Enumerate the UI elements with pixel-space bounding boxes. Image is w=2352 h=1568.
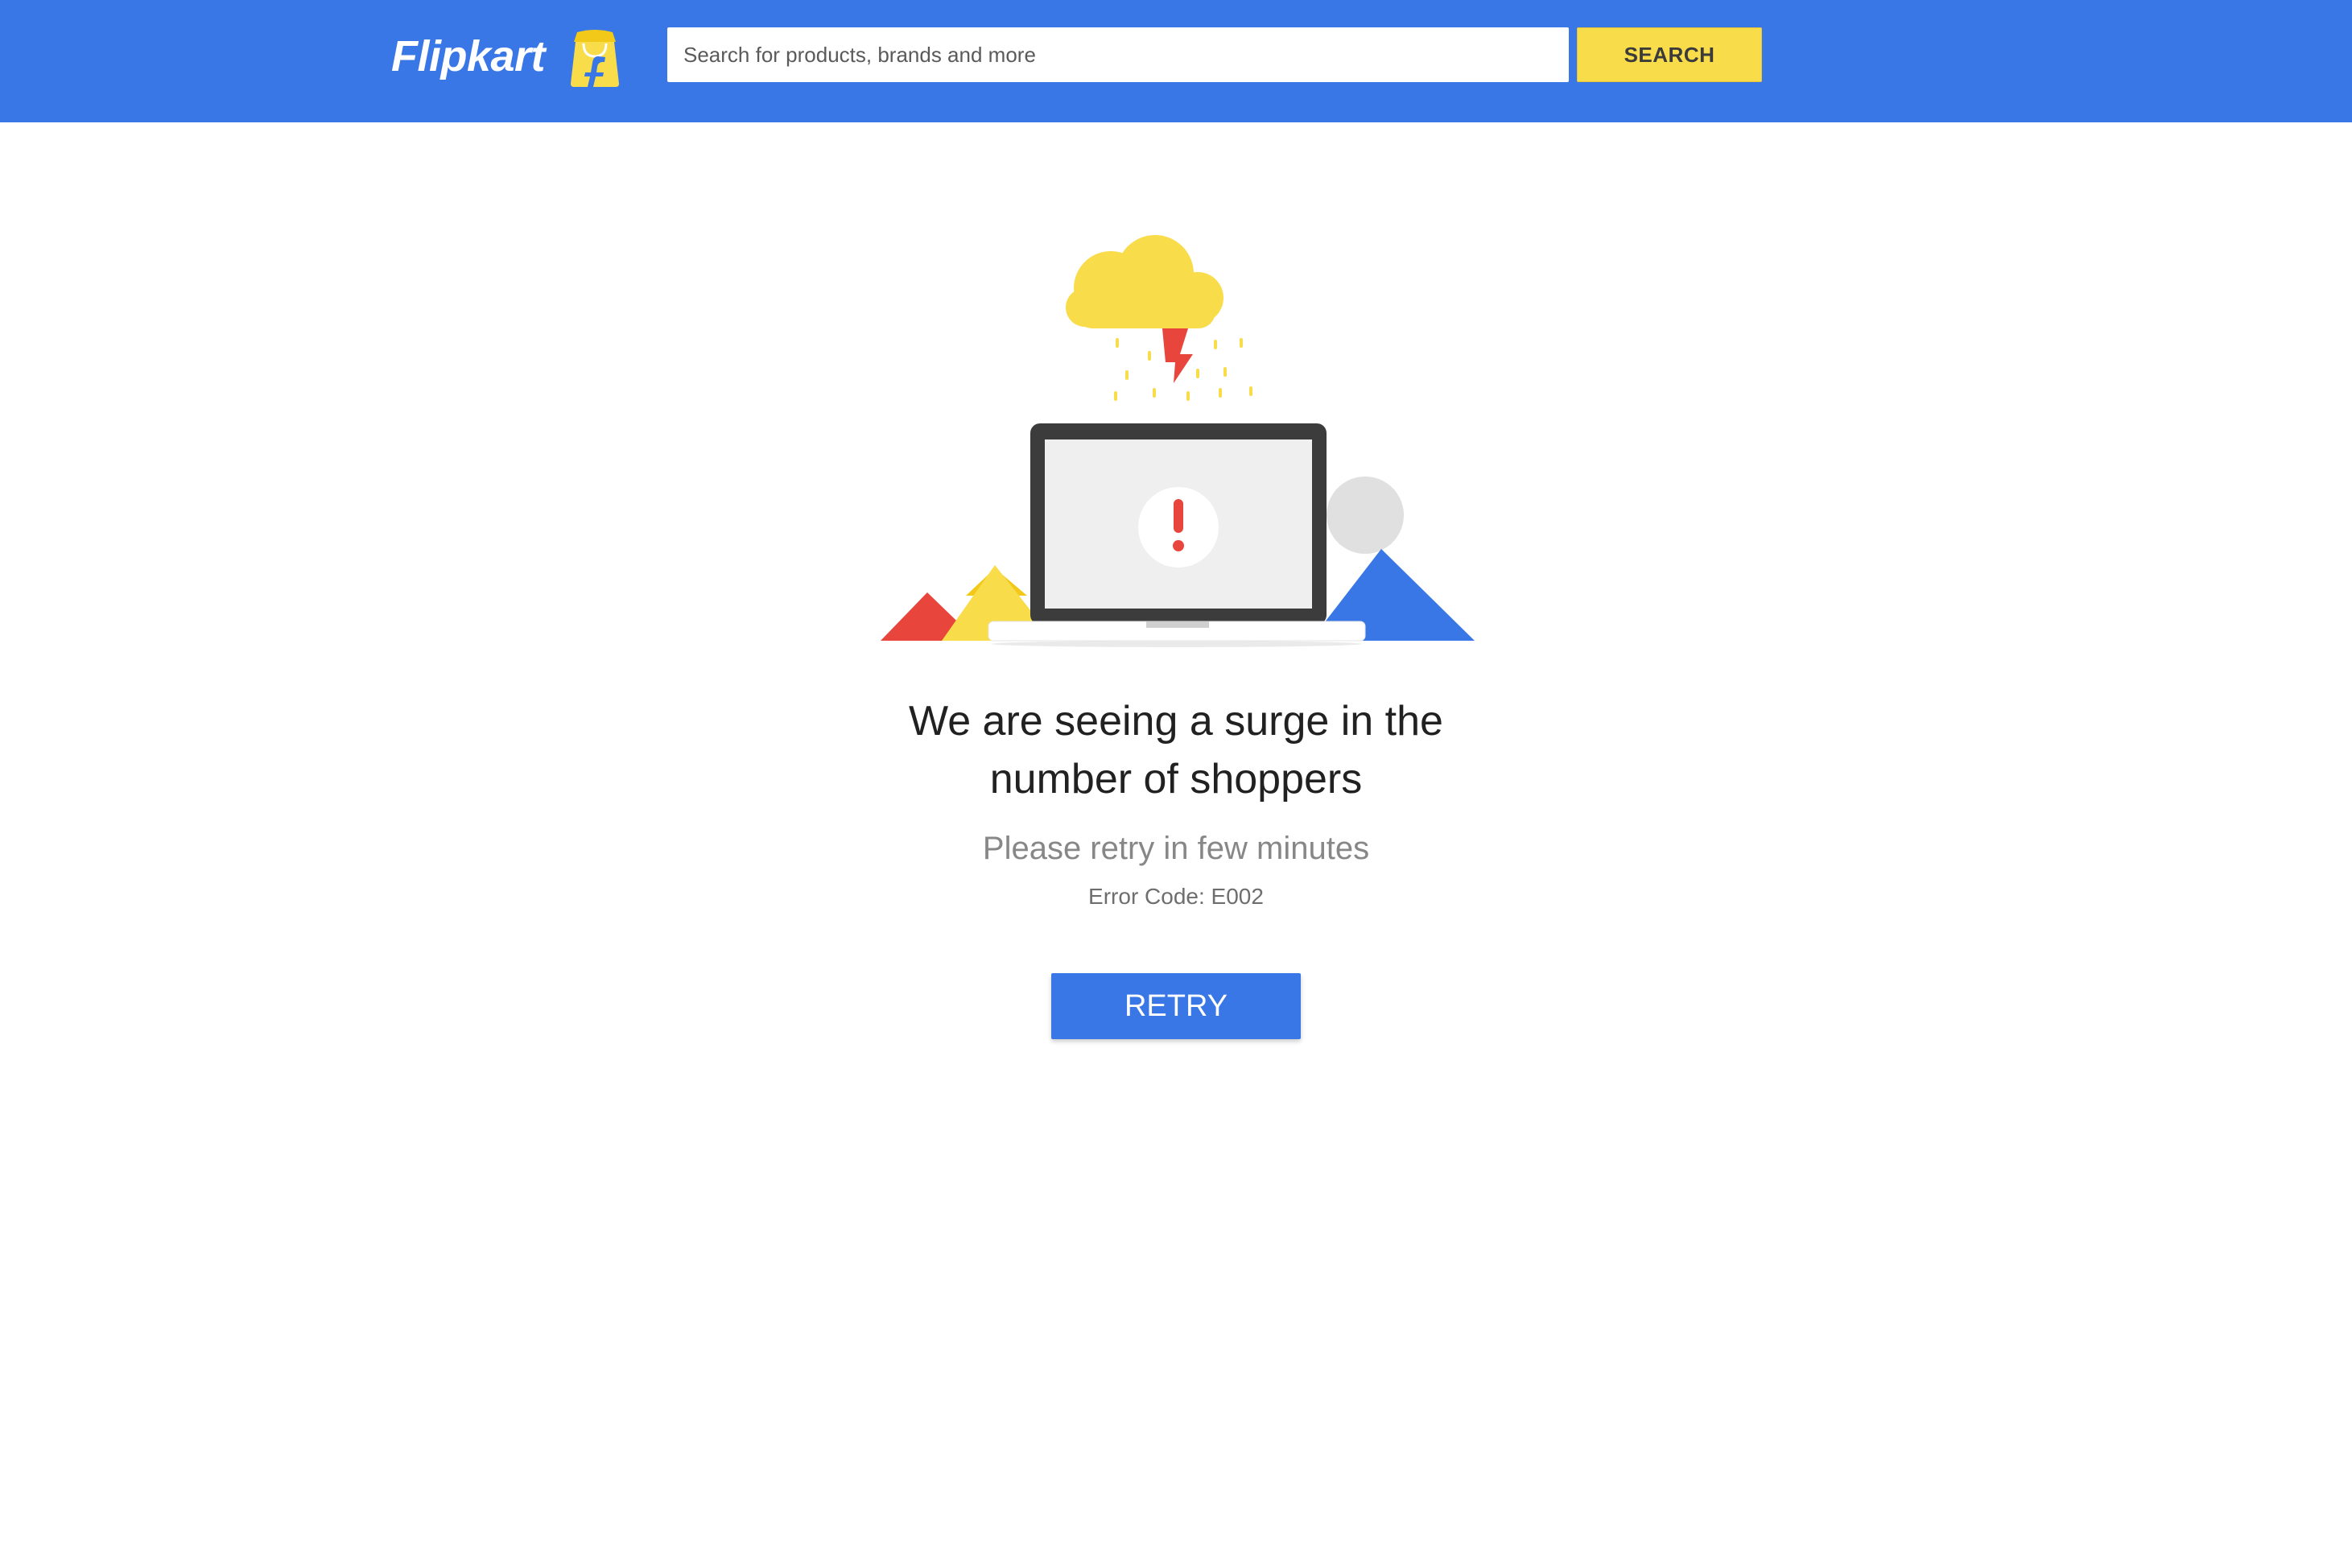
retry-button[interactable]: RETRY <box>1051 973 1301 1039</box>
flipkart-shopping-bag-icon <box>571 30 620 87</box>
error-subline: Please retry in few minutes <box>982 831 1370 866</box>
storm-cloud-icon <box>1066 235 1252 401</box>
error-code: Error Code: E002 <box>1088 884 1264 909</box>
flipkart-logo[interactable]: Flipkart <box>391 23 627 90</box>
error-headline-line2: number of shoppers <box>989 756 1363 803</box>
logo-text: Flipkart <box>391 32 546 80</box>
exclamation-icon <box>1138 487 1219 567</box>
laptop-error-illustration <box>881 235 1475 647</box>
search-input[interactable] <box>667 27 1569 82</box>
top-header: Flipkart SEARCH <box>0 0 2352 122</box>
error-headline: We are seeing a surge in the number of s… <box>0 692 2352 808</box>
search-button[interactable]: SEARCH <box>1577 27 1762 82</box>
error-headline-line1: We are seeing a surge in the <box>909 698 1443 745</box>
